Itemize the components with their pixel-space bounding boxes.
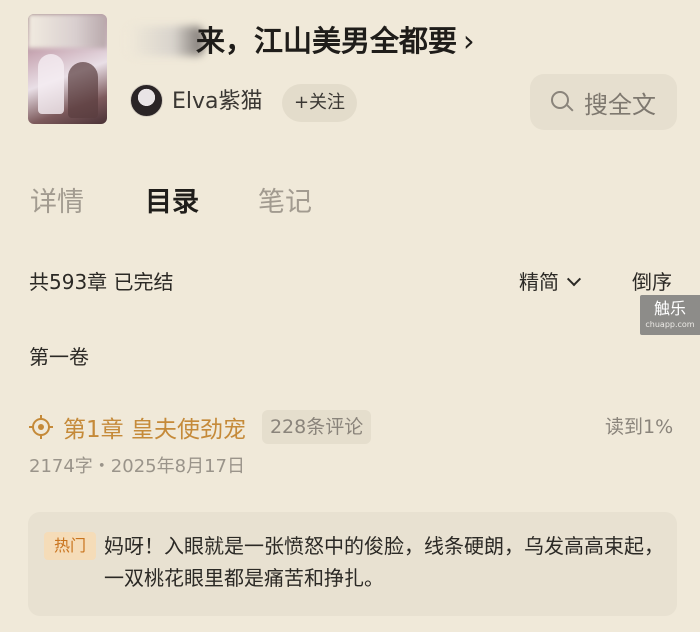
target-icon xyxy=(29,415,53,439)
hot-comment-text: 妈呀！入眼就是一张愤怒中的俊脸，线条硬朗，乌发高高束起，一双桃花眼里都是痛苦和挣… xyxy=(104,534,664,590)
chevron-down-icon xyxy=(566,272,582,287)
reverse-order-button[interactable]: 倒序 xyxy=(632,268,672,296)
watermark-url: chuapp.com xyxy=(645,320,695,329)
author-name[interactable]: Elva紫猫 xyxy=(172,87,263,117)
reading-progress: 读到1% xyxy=(605,416,674,438)
cover-blur xyxy=(28,14,107,48)
cover-figure xyxy=(38,54,64,114)
cover-figure xyxy=(68,62,98,118)
chapter-item[interactable]: 第1章 皇夫使劲宠 228条评论 xyxy=(29,408,372,446)
search-label: 搜全文 xyxy=(584,90,656,119)
chevron-right-icon: › xyxy=(463,24,475,58)
hot-comment-card[interactable]: 热门 妈呀！入眼就是一张愤怒中的俊脸，线条硬朗，乌发高高束起，一双桃花眼里都是痛… xyxy=(28,512,677,616)
book-title[interactable]: 来，江山美男全都要 › xyxy=(196,22,475,60)
follow-button[interactable]: +关注 xyxy=(282,84,357,122)
comment-count-badge[interactable]: 228条评论 xyxy=(261,410,372,444)
hot-badge: 热门 xyxy=(44,532,96,560)
tab-toc[interactable]: 目录 xyxy=(145,184,199,222)
tab-details[interactable]: 详情 xyxy=(30,184,84,222)
book-cover[interactable] xyxy=(28,14,107,124)
book-title-text: 来，江山美男全都要 xyxy=(196,24,458,58)
simplify-label: 精简 xyxy=(519,270,559,294)
search-fulltext-button[interactable]: 搜全文 xyxy=(530,74,677,130)
watermark-logo: 触乐 chuapp.com xyxy=(640,295,700,335)
watermark-text: 触乐 xyxy=(653,299,686,318)
chapter-meta: 2174字・2025年8月17日 xyxy=(29,456,245,477)
search-icon xyxy=(550,90,574,114)
tab-notes[interactable]: 笔记 xyxy=(258,184,312,222)
title-blur-overlay xyxy=(128,26,204,56)
simplify-dropdown[interactable]: 精简 xyxy=(519,268,582,296)
volume-heading: 第一卷 xyxy=(29,345,89,369)
chapter-title: 第1章 皇夫使劲宠 xyxy=(63,417,246,443)
author-avatar[interactable] xyxy=(130,84,163,117)
chapter-summary: 共593章 已完结 xyxy=(29,270,174,294)
